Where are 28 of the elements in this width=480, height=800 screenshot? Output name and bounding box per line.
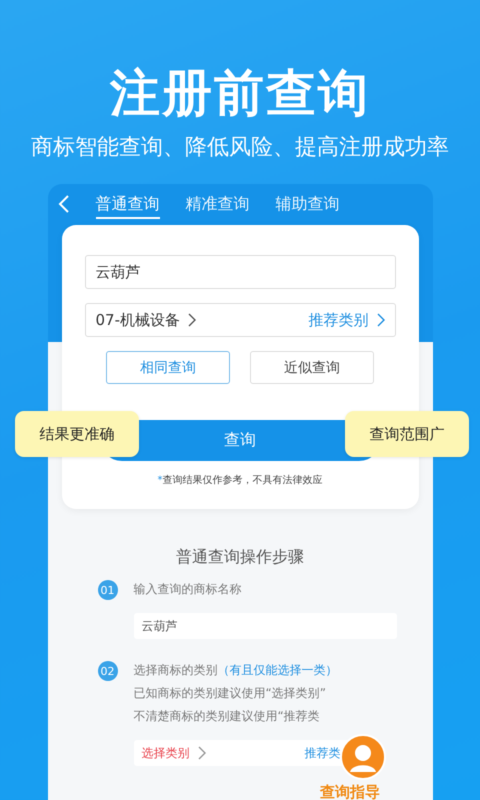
- disclaimer: *查询结果仅作参考，不具有法律效应: [156, 474, 324, 487]
- step-text: 输入查询的商标名称: [134, 581, 242, 598]
- step-hint: 不清楚商标的类别建议使用“推荐类: [134, 708, 321, 725]
- category-field[interactable]: 07-机械设备 推荐类别: [84, 303, 396, 337]
- support-agent-icon[interactable]: [340, 734, 386, 780]
- step-number: 01: [98, 580, 118, 600]
- chevron-icon: [376, 313, 384, 327]
- headline: 注册前查询: [110, 63, 370, 124]
- step-text: 选择商标的类别（有且仅能选择一类）: [134, 662, 338, 679]
- back-icon[interactable]: [58, 194, 70, 214]
- mode-button[interactable]: 近似查询: [250, 351, 374, 384]
- hint-tooltip: 查询范围广: [345, 411, 469, 457]
- tab[interactable]: 普通查询: [96, 190, 160, 218]
- tab[interactable]: 精准查询: [186, 190, 250, 218]
- subtitle: 商标智能查询、降低风险、提高注册成功率: [31, 134, 449, 162]
- tab[interactable]: 辅助查询: [276, 190, 340, 218]
- chevron-icon: [198, 746, 206, 760]
- recommend-link[interactable]: 推荐类别: [308, 310, 368, 330]
- example-field: 云葫芦: [134, 613, 396, 639]
- steps-title: 普通查询操作步骤: [175, 547, 305, 568]
- step-hint: 已知商标的类别建议使用“选择类别”: [134, 685, 327, 702]
- input-field[interactable]: 云葫芦: [84, 255, 396, 289]
- hint-tooltip: 结果更准确: [15, 411, 139, 457]
- category-value: 07-机械设备: [96, 310, 180, 330]
- step-number: 02: [98, 661, 118, 681]
- guide-label[interactable]: 查询指导: [320, 784, 380, 800]
- mode-button[interactable]: 相同查询: [106, 351, 230, 384]
- chevron-icon: [188, 313, 196, 327]
